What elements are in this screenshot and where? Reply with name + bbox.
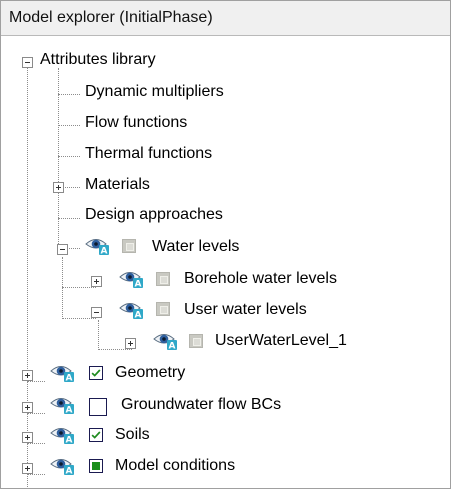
svg-text:A: A: [101, 247, 108, 256]
tree-item-attributes-library[interactable]: Attributes library: [40, 50, 156, 70]
checkbox-unchecked[interactable]: [89, 398, 107, 416]
tree-guide-user-water-levels: [98, 320, 99, 350]
svg-text:A: A: [66, 374, 73, 383]
tree-item-user-water-level-1[interactable]: UserWaterLevel_1: [215, 331, 347, 351]
tree-guide-attributes: [58, 68, 59, 254]
tree-guide-h: [58, 125, 80, 126]
svg-text:A: A: [66, 467, 73, 476]
tree-item-design-approaches[interactable]: Design approaches: [85, 205, 223, 225]
tree-guide-h: [62, 287, 96, 288]
model-explorer-panel: Model explorer (InitialPhase) Attributes…: [0, 0, 451, 489]
panel-title: Model explorer (InitialPhase): [9, 9, 213, 26]
plus-expander-icon[interactable]: [22, 432, 33, 443]
svg-text:A: A: [135, 311, 142, 320]
minus-expander-icon[interactable]: [91, 307, 102, 318]
state-box[interactable]: [189, 334, 203, 348]
tree-item-user-water-levels[interactable]: User water levels: [184, 300, 307, 320]
tree-guide-h: [62, 318, 96, 319]
state-box[interactable]: [156, 302, 170, 316]
svg-text:A: A: [169, 342, 176, 351]
tree-guide-h: [58, 218, 80, 219]
eye-icon[interactable]: A: [50, 455, 76, 475]
svg-text:A: A: [66, 436, 73, 445]
tree-item-dynamic-multipliers[interactable]: Dynamic multipliers: [85, 82, 224, 102]
tree-item-water-levels[interactable]: Water levels: [152, 237, 239, 257]
minus-expander-icon[interactable]: [22, 57, 33, 68]
minus-expander-icon[interactable]: [57, 244, 68, 255]
plus-expander-icon[interactable]: [125, 338, 136, 349]
checkbox-checked[interactable]: [89, 366, 103, 380]
eye-icon[interactable]: A: [85, 235, 111, 255]
tree-item-thermal-functions[interactable]: Thermal functions: [85, 144, 212, 164]
plus-expander-icon[interactable]: [22, 463, 33, 474]
eye-icon[interactable]: A: [153, 330, 179, 350]
state-box[interactable]: [156, 272, 170, 286]
model-tree: Attributes library Dynamic multipliers F…: [1, 36, 450, 488]
plus-expander-icon[interactable]: [22, 370, 33, 381]
eye-icon[interactable]: A: [119, 299, 145, 319]
state-box[interactable]: [122, 239, 136, 253]
tree-item-soils[interactable]: Soils: [115, 425, 150, 445]
panel-title-bar: Model explorer (InitialPhase): [1, 1, 450, 36]
eye-icon[interactable]: A: [50, 394, 76, 414]
plus-expander-icon[interactable]: [91, 276, 102, 287]
plus-expander-icon[interactable]: [22, 402, 33, 413]
checkbox-partial[interactable]: [89, 459, 103, 473]
eye-icon[interactable]: A: [50, 424, 76, 444]
eye-icon[interactable]: A: [50, 362, 76, 382]
tree-guide-h: [58, 94, 80, 95]
tree-item-materials[interactable]: Materials: [85, 175, 150, 195]
checkbox-checked[interactable]: [89, 428, 103, 442]
tree-item-geometry[interactable]: Geometry: [115, 363, 185, 383]
svg-text:A: A: [66, 406, 73, 415]
plus-expander-icon[interactable]: [53, 182, 64, 193]
tree-guide-h: [27, 413, 45, 414]
tree-guide-h: [27, 381, 45, 382]
svg-text:A: A: [135, 280, 142, 289]
tree-item-groundwater-flow-bcs[interactable]: Groundwater flow BCs: [121, 395, 281, 415]
tree-item-model-conditions[interactable]: Model conditions: [115, 456, 235, 476]
tree-guide-h: [27, 443, 45, 444]
tree-guide-h: [98, 349, 132, 350]
tree-guide-h: [27, 474, 45, 475]
tree-item-borehole-water-levels[interactable]: Borehole water levels: [184, 269, 337, 289]
eye-icon[interactable]: A: [119, 268, 145, 288]
tree-guide-h: [58, 156, 80, 157]
tree-guide-root: [27, 67, 28, 488]
tree-item-flow-functions[interactable]: Flow functions: [85, 113, 187, 133]
